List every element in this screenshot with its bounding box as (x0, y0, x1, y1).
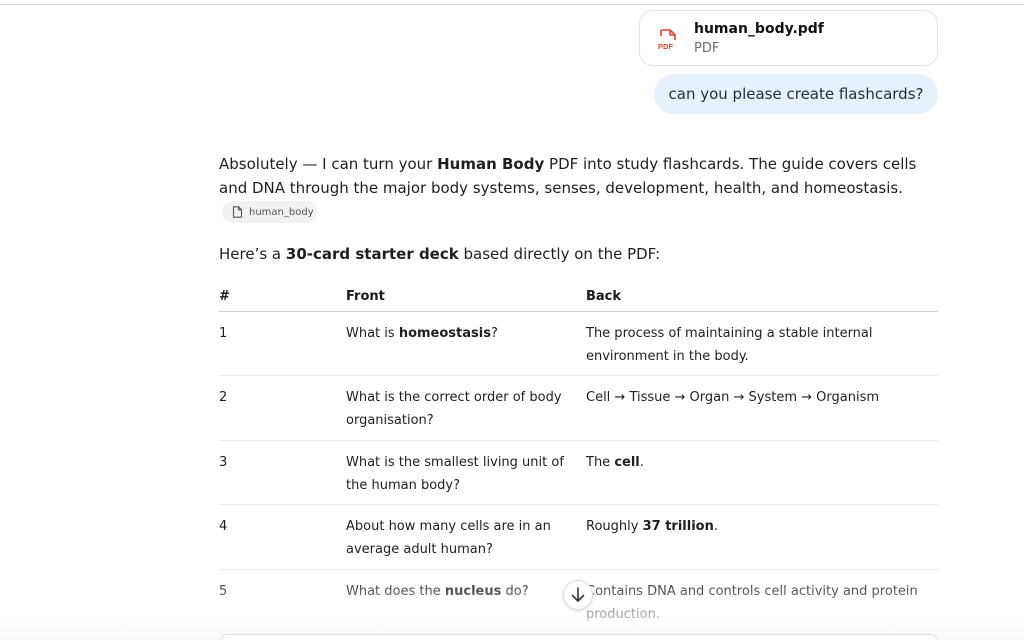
user-message-text: can you please create flashcards? (668, 85, 924, 103)
cell-text: ? (490, 325, 498, 341)
cell-text: . (639, 454, 644, 470)
card-number-cell: 3 (219, 440, 346, 505)
deck-text-end: based directly on the PDF: (458, 245, 661, 263)
deck-intro-paragraph: Here’s a 30-card starter deck based dire… (219, 242, 939, 266)
card-front-cell: What is homeostasis? (346, 311, 586, 376)
card-number-cell: 2 (219, 375, 346, 441)
cell-text: do? (501, 583, 529, 599)
column-header-front: Front (346, 282, 586, 312)
bold-term: nucleus (444, 583, 502, 599)
table-row: 4 About how many cells are in an average … (219, 504, 938, 570)
attachment-file-type: PDF (694, 41, 720, 56)
cell-text: Cell → Tissue → Organ → System → Organis… (586, 390, 880, 405)
cell-text: What is the correct order of body organi… (346, 390, 562, 428)
source-citation-chip[interactable]: human_body (222, 201, 318, 223)
table-header-row: # Front Back (219, 282, 938, 312)
card-number-cell: 1 (219, 311, 346, 376)
deck-bold-term: 30-card starter deck (285, 245, 459, 263)
table-row: 3 What is the smallest living unit of the… (219, 440, 938, 505)
top-divider (0, 4, 1024, 5)
cell-text: Contains DNA and controls cell activity … (586, 583, 918, 622)
column-header-number: # (219, 282, 346, 312)
cell-text: What is (346, 325, 399, 341)
pdf-icon-label: PDF (658, 42, 673, 51)
table-row: 2 What is the correct order of body organ… (219, 375, 938, 441)
arrow-down-icon (571, 587, 585, 602)
bold-term: cell (614, 454, 640, 470)
bold-term: homeostasis (398, 325, 491, 341)
message-composer-edge (220, 634, 938, 640)
cell-text: What does the (346, 583, 445, 599)
user-message-bubble: can you please create flashcards? (654, 74, 938, 114)
source-chip-label: human_body (249, 206, 314, 218)
card-back-cell: Cell → Tissue → Organ → System → Organis… (586, 375, 938, 441)
cell-text: What is the smallest living unit of the … (346, 454, 564, 493)
card-back-cell: Contains DNA and controls cell activity … (586, 569, 938, 634)
card-front-cell: What is the correct order of body organi… (346, 375, 586, 441)
card-front-cell: What does the nucleus do? (346, 569, 586, 634)
pdf-file-icon: PDF (658, 29, 676, 51)
card-number-cell: 5 (219, 569, 346, 634)
column-header-back: Back (586, 282, 938, 312)
card-back-cell: The cell. (586, 440, 938, 505)
cell-text: The (586, 454, 615, 470)
card-number-cell: 4 (219, 504, 346, 570)
cell-text: The process of maintaining a stable inte… (586, 325, 873, 364)
attachment-file-name: human_body.pdf (694, 21, 824, 37)
card-back-cell: Roughly 37 trillion. (586, 504, 938, 570)
cell-text: Roughly (586, 519, 643, 534)
table-row: 1 What is homeostasis? The process of main… (219, 311, 938, 376)
intro-text-start: Absolutely — I can turn your (219, 155, 438, 173)
deck-text-start: Here’s a (219, 245, 286, 263)
document-icon (232, 206, 243, 218)
assistant-intro-paragraph: Absolutely — I can turn your Human Body … (219, 152, 939, 200)
intro-bold-term: Human Body (437, 155, 545, 173)
card-front-cell: What is the smallest living unit of the … (346, 440, 586, 505)
cell-text: About how many cells are in an average a… (346, 519, 551, 557)
bold-term: 37 trillion (642, 519, 714, 534)
card-back-cell: The process of maintaining a stable inte… (586, 311, 938, 376)
cell-text: . (713, 519, 718, 534)
card-front-cell: About how many cells are in an average a… (346, 504, 586, 570)
attachment-card[interactable]: PDF human_body.pdf PDF (639, 10, 938, 66)
scroll-to-bottom-button[interactable] (563, 580, 593, 610)
